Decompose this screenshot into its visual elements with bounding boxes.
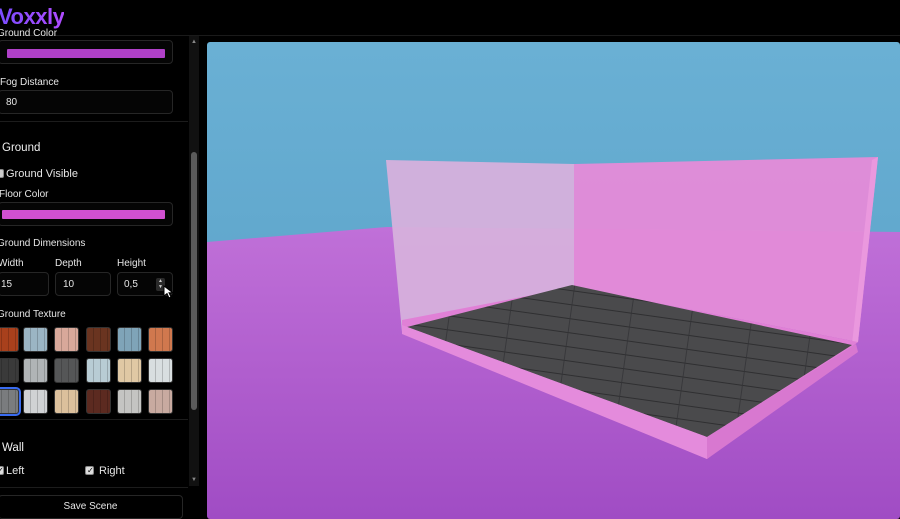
- texture-swatch-dark-tiles[interactable]: [54, 358, 79, 383]
- wall-left-checkbox[interactable]: ✓: [0, 466, 4, 475]
- save-scene-button[interactable]: Save Scene: [0, 495, 183, 519]
- texture-swatch-mahogany[interactable]: [86, 389, 111, 414]
- app-logo[interactable]: Voxxly: [0, 4, 65, 30]
- wall-section-title: Wall: [2, 442, 24, 454]
- ground-dimensions-label: Ground Dimensions: [0, 238, 86, 249]
- texture-swatch-dark-planks[interactable]: [0, 358, 19, 383]
- ground-section-title: Ground: [2, 142, 41, 154]
- texture-swatch-grey-concrete[interactable]: [0, 387, 21, 416]
- texture-swatch-grey-tiles[interactable]: [23, 358, 48, 383]
- texture-swatch-blue-marble[interactable]: [23, 327, 48, 352]
- texture-swatch-sand-wood[interactable]: [54, 389, 79, 414]
- scroll-down-arrow-icon[interactable]: ▼: [190, 476, 198, 484]
- texture-swatch-light-grey-stone[interactable]: [117, 389, 142, 414]
- scroll-up-arrow-icon[interactable]: ▲: [190, 38, 198, 46]
- texture-swatch-light-marble[interactable]: [86, 358, 111, 383]
- wall-left-label: Left: [6, 465, 25, 477]
- texture-swatch-white-grid[interactable]: [23, 389, 48, 414]
- ground-visible-label: Ground Visible: [6, 168, 78, 180]
- width-label: Width: [0, 258, 24, 269]
- check-icon: ✓: [87, 466, 94, 475]
- mouse-cursor-icon: [163, 285, 175, 299]
- fog-distance-value: 80: [6, 97, 18, 108]
- texture-swatch-pink-stone[interactable]: [54, 327, 79, 352]
- texture-swatch-rose-brick[interactable]: [148, 389, 173, 414]
- ground-color-label: Ground Color: [0, 28, 58, 39]
- fog-distance-input[interactable]: [0, 90, 173, 114]
- fog-distance-label: Fog Distance: [0, 77, 59, 88]
- texture-swatch-blue-wood[interactable]: [117, 327, 142, 352]
- texture-swatch-red-brick[interactable]: [0, 327, 19, 352]
- texture-swatch-orange-brick[interactable]: [148, 327, 173, 352]
- ground-visible-checkbox[interactable]: [0, 169, 4, 178]
- height-value: 0,5: [124, 279, 138, 290]
- height-label: Height: [117, 258, 146, 269]
- section-divider: [0, 121, 188, 122]
- top-bar: Voxxly: [0, 0, 900, 36]
- section-divider: [0, 487, 188, 488]
- ground-texture-label: Ground Texture: [0, 309, 66, 320]
- depth-value: 10: [63, 279, 75, 290]
- wall-right-label: Right: [99, 465, 125, 477]
- section-divider: [0, 419, 188, 420]
- check-icon: ✓: [0, 466, 4, 475]
- texture-swatch-brown-wood[interactable]: [86, 327, 111, 352]
- texture-swatch-beige-stone[interactable]: [117, 358, 142, 383]
- floor-color-label: Floor Color: [0, 189, 49, 200]
- width-value: 15: [1, 279, 13, 290]
- 3d-viewport[interactable]: [207, 42, 900, 519]
- sidebar-scroll-thumb[interactable]: [191, 152, 197, 410]
- ground-color-swatch[interactable]: [7, 49, 165, 58]
- wall-right-checkbox[interactable]: ✓: [85, 466, 94, 475]
- floor-color-swatch[interactable]: [2, 210, 165, 219]
- texture-swatch-white-planks[interactable]: [148, 358, 173, 383]
- depth-label: Depth: [55, 258, 82, 269]
